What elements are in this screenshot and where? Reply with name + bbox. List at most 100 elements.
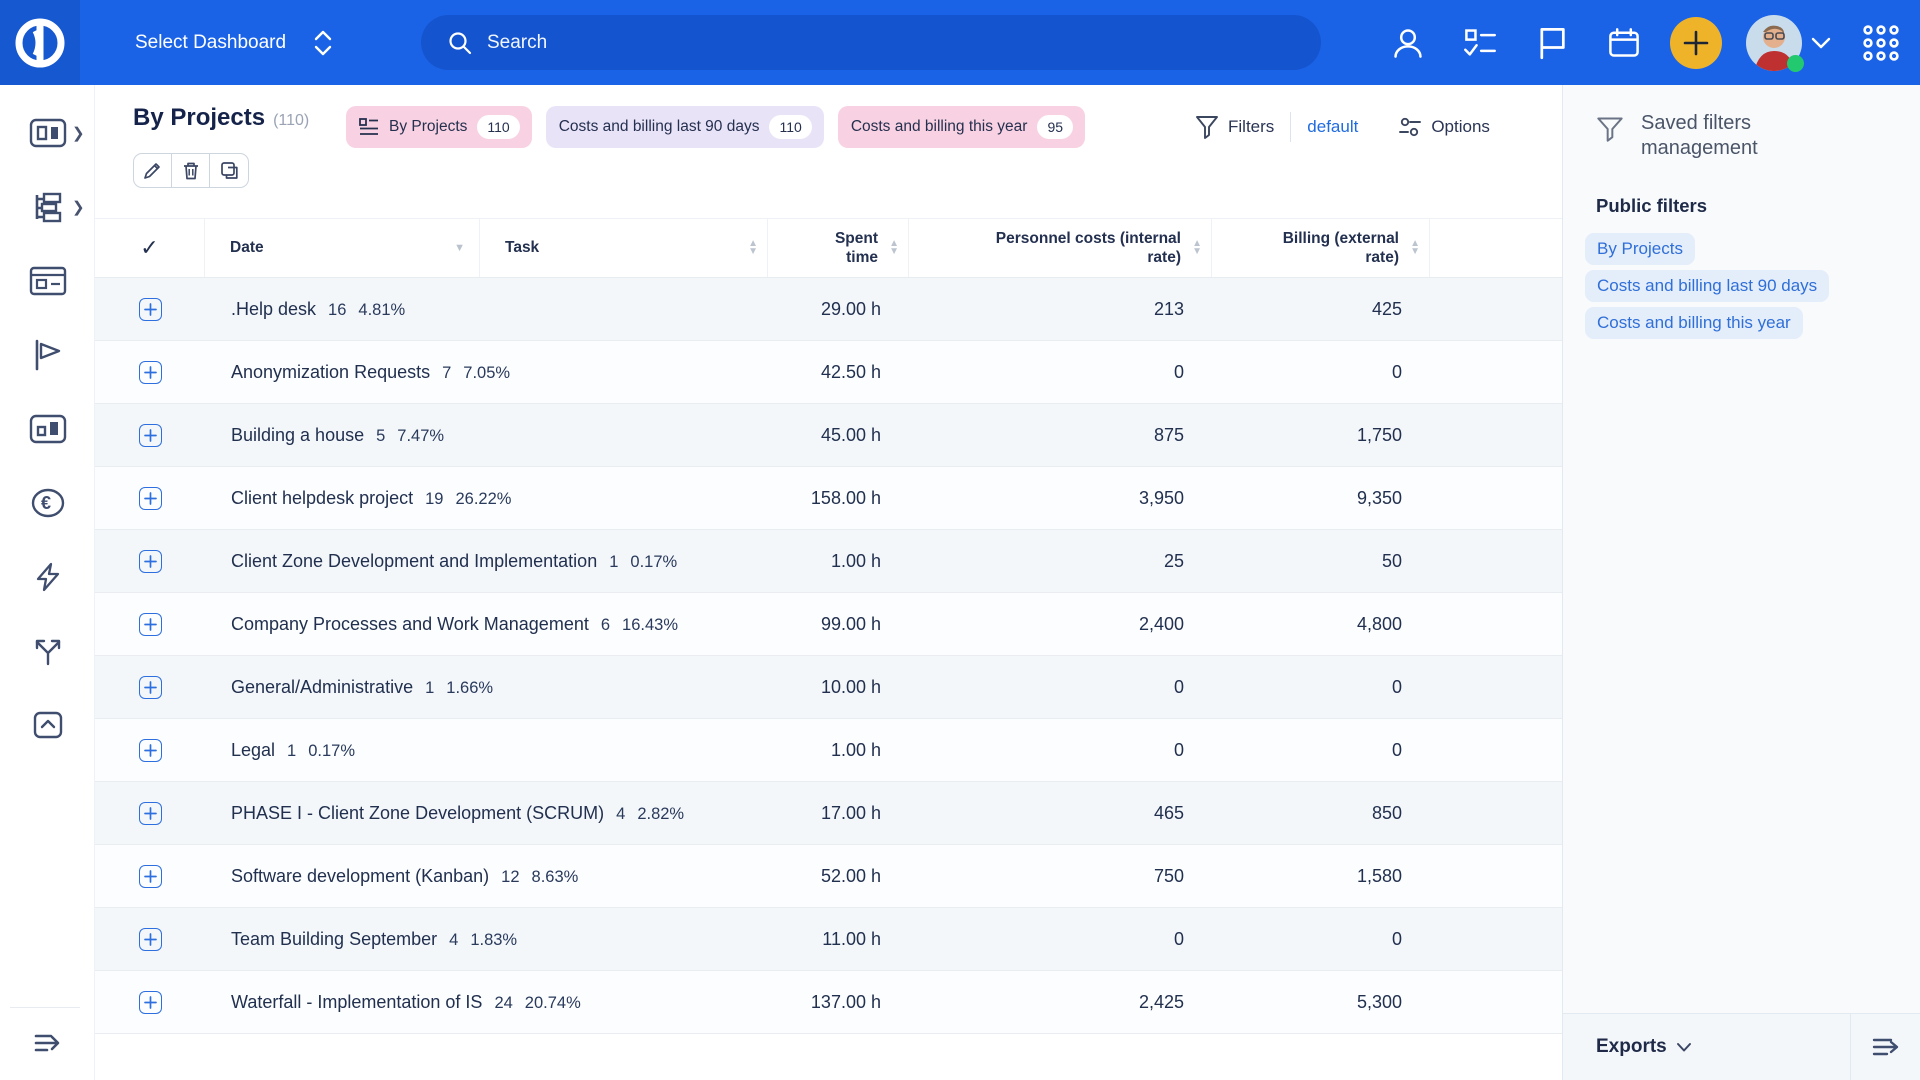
table-row[interactable]: Legal10.17% 1.00 h 0 0 [95, 719, 1562, 782]
duplicate-button[interactable] [210, 154, 248, 187]
plus-icon [144, 429, 157, 442]
tree-icon [30, 191, 66, 223]
apps-grid-button[interactable] [1842, 0, 1920, 85]
billing-cell: 0 [1212, 362, 1430, 383]
bolt-icon [32, 561, 64, 593]
task-count: 12 [501, 868, 519, 886]
spent-time-cell: 99.00 h [768, 614, 909, 635]
saved-filter-costs-this-year[interactable]: Costs and billing this year [1585, 307, 1803, 339]
select-all-checkmark[interactable]: ✓ [95, 219, 205, 277]
sidebar-item-milestones[interactable] [0, 331, 95, 379]
calendar-button[interactable] [1588, 0, 1660, 85]
tasks-button[interactable] [1444, 0, 1516, 85]
sidebar-item-projects-tree[interactable]: ❯ [0, 183, 95, 231]
sort-icon[interactable]: ▲▼ [1410, 240, 1420, 256]
plus-icon [144, 744, 157, 757]
options-button[interactable]: Options [1398, 116, 1490, 138]
panel-icon [29, 414, 67, 444]
dashboard-selector-label: Select Dashboard [135, 32, 286, 54]
spent-time-cell: 42.50 h [768, 362, 909, 383]
profile-button[interactable] [1372, 0, 1444, 85]
left-sidebar: ❯ ❯ € [0, 85, 95, 1080]
profile-menu-chevron[interactable] [1802, 36, 1842, 50]
sidebar-item-integrations[interactable] [0, 627, 95, 675]
table-row[interactable]: Company Processes and Work Management616… [95, 593, 1562, 656]
chip-by-projects[interactable]: By Projects 110 [346, 106, 532, 148]
sidebar-item-billing[interactable]: € [0, 479, 95, 527]
task-count: 5 [376, 427, 385, 445]
table-row[interactable]: Anonymization Requests77.05% 42.50 h 0 0 [95, 341, 1562, 404]
sidebar-item-board[interactable] [0, 257, 95, 305]
table-row[interactable]: Team Building September41.83% 11.00 h 0 … [95, 908, 1562, 971]
table-row[interactable]: Client Zone Development and Implementati… [95, 530, 1562, 593]
sidebar-expand-button[interactable] [0, 1020, 95, 1066]
sidebar-item-reports[interactable] [0, 405, 95, 453]
plus-icon [144, 618, 157, 631]
expand-row-button[interactable] [139, 991, 162, 1014]
task-name: .Help desk [231, 299, 316, 319]
expand-row-button[interactable] [139, 550, 162, 573]
table-row[interactable]: Software development (Kanban)128.63% 52.… [95, 845, 1562, 908]
funnel-icon[interactable] [1195, 115, 1219, 139]
copy-icon [220, 161, 239, 180]
flags-button[interactable] [1516, 0, 1588, 85]
personnel-costs-cell: 750 [909, 866, 1212, 887]
sort-icon[interactable]: ▲▼ [748, 240, 758, 256]
search-input[interactable]: Search [421, 15, 1321, 70]
app-logo[interactable] [0, 0, 80, 85]
default-filter-link[interactable]: default [1307, 117, 1358, 137]
billing-cell: 4,800 [1212, 614, 1430, 635]
sidebar-item-dashboard[interactable]: ❯ [0, 109, 95, 157]
expand-row-button[interactable] [139, 298, 162, 321]
split-arrows-icon [31, 635, 65, 667]
table-row[interactable]: Client helpdesk project1926.22% 158.00 h… [95, 467, 1562, 530]
table-row[interactable]: PHASE I - Client Zone Development (SCRUM… [95, 782, 1562, 845]
saved-filters-panel: Saved filters management Public filters … [1562, 85, 1920, 1080]
table-row[interactable]: Waterfall - Implementation of IS2420.74%… [95, 971, 1562, 1034]
expand-row-button[interactable] [139, 865, 162, 888]
chip-costs-this-year[interactable]: Costs and billing this year 95 [838, 106, 1085, 148]
expand-row-button[interactable] [139, 802, 162, 825]
chevron-right-icon[interactable]: ❯ [72, 124, 85, 142]
add-button[interactable] [1670, 17, 1722, 69]
expand-row-button[interactable] [139, 928, 162, 951]
edit-button[interactable] [134, 154, 172, 187]
task-name: General/Administrative [231, 677, 413, 697]
personnel-costs-cell: 0 [909, 677, 1212, 698]
saved-filter-by-projects[interactable]: By Projects [1585, 233, 1695, 265]
table-row[interactable]: .Help desk164.81% 29.00 h 213 425 [95, 278, 1562, 341]
chip-costs-90-days[interactable]: Costs and billing last 90 days 110 [546, 106, 824, 148]
billing-cell: 1,580 [1212, 866, 1430, 887]
table-row[interactable]: Building a house57.47% 45.00 h 875 1,750 [95, 404, 1562, 467]
expand-row-button[interactable] [139, 361, 162, 384]
date-filter-caret-icon[interactable]: ▼ [454, 242, 465, 254]
expand-row-button[interactable] [139, 676, 162, 699]
spent-time-cell: 10.00 h [768, 677, 909, 698]
filter-chips: By Projects 110 Costs and billing last 9… [346, 106, 1085, 148]
expand-row-button[interactable] [139, 613, 162, 636]
expand-row-button[interactable] [139, 739, 162, 762]
spent-time-cell: 17.00 h [768, 803, 909, 824]
chevron-down-icon [1676, 1042, 1692, 1053]
expand-row-button[interactable] [139, 487, 162, 510]
filters-button[interactable]: Filters [1228, 117, 1274, 137]
dashboard-selector[interactable]: Select Dashboard [135, 0, 334, 85]
panel-expand-button[interactable] [1850, 1014, 1920, 1080]
task-percent: 0.17% [630, 553, 677, 571]
sidebar-item-activity[interactable] [0, 553, 95, 601]
expand-row-button[interactable] [139, 424, 162, 447]
chevron-right-icon[interactable]: ❯ [72, 198, 85, 216]
spent-time-cell: 45.00 h [768, 425, 909, 446]
table-row[interactable]: General/Administrative11.66% 10.00 h 0 0 [95, 656, 1562, 719]
sort-icon[interactable]: ▲▼ [889, 240, 899, 256]
avatar[interactable] [1746, 15, 1802, 71]
task-name: Anonymization Requests [231, 362, 430, 382]
sidebar-item-archive[interactable] [0, 701, 95, 749]
chevron-updown-icon [312, 28, 334, 58]
plus-icon [144, 681, 157, 694]
sort-icon[interactable]: ▲▼ [1192, 240, 1202, 256]
exports-button[interactable]: Exports [1563, 1014, 1850, 1080]
page-count: (110) [273, 112, 309, 129]
delete-button[interactable] [172, 154, 210, 187]
saved-filter-costs-90-days[interactable]: Costs and billing last 90 days [1585, 270, 1829, 302]
